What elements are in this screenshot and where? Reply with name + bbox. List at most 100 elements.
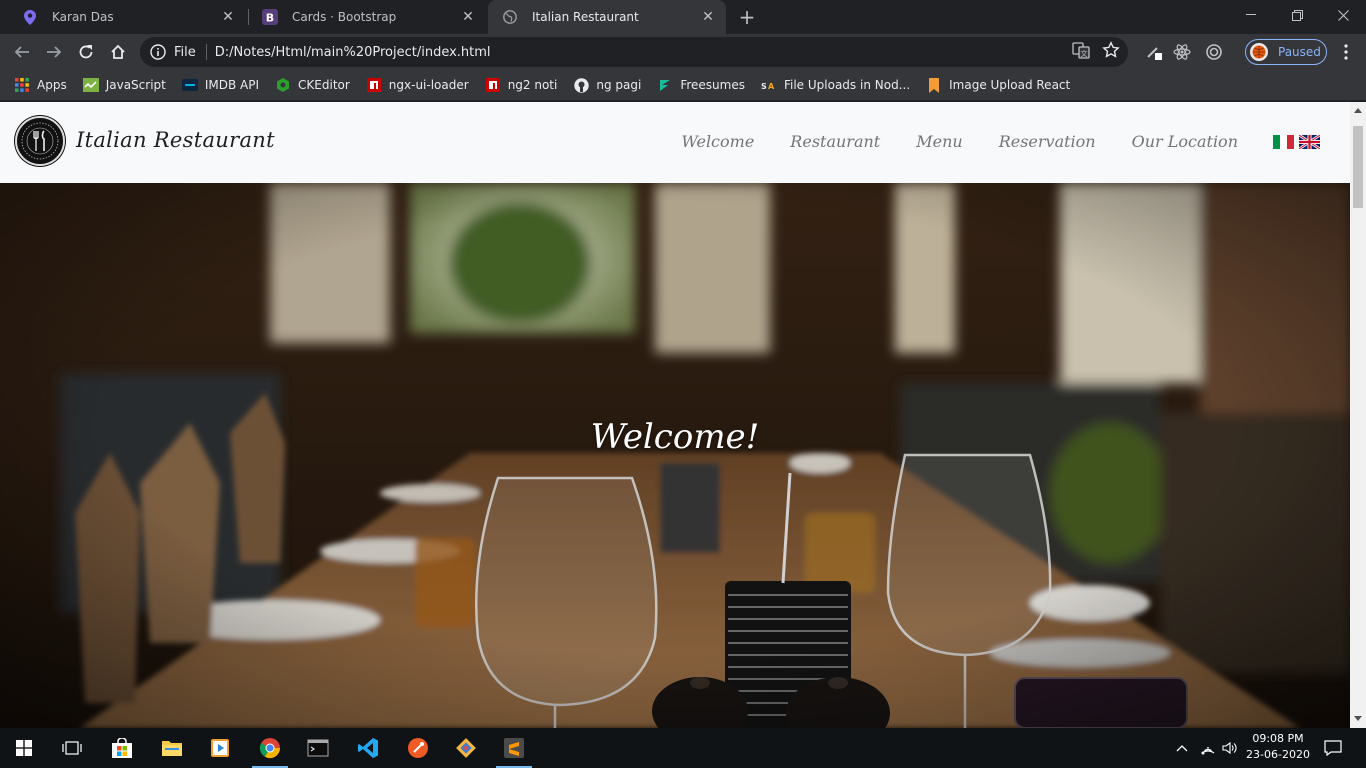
- star-icon[interactable]: [1102, 41, 1120, 63]
- bookmark-image-upload-react[interactable]: Image Upload React: [926, 77, 1070, 93]
- tab-title: Cards · Bootstrap: [292, 10, 397, 24]
- info-icon[interactable]: [150, 44, 166, 60]
- media-player-icon: [211, 739, 229, 757]
- uk-flag-icon[interactable]: [1299, 134, 1320, 149]
- bookmarks-bar: Apps JavaScript IMDB API CKEditor ngx-ui…: [0, 70, 1366, 101]
- forward-button[interactable]: [42, 40, 66, 64]
- show-hidden-icons-button[interactable]: [1172, 728, 1192, 768]
- menu-kebab-icon[interactable]: [1334, 40, 1358, 64]
- scroll-down-arrow-icon[interactable]: [1354, 716, 1362, 721]
- minimize-window-button[interactable]: [1228, 0, 1274, 30]
- nav-link-welcome[interactable]: Welcome: [681, 132, 754, 151]
- postman-button[interactable]: [394, 728, 442, 768]
- chevron-up-icon: [1176, 745, 1188, 752]
- close-tab-icon[interactable]: ✕: [460, 9, 476, 25]
- extension-target-icon[interactable]: [1202, 40, 1226, 64]
- site-brand[interactable]: Italian Restaurant: [76, 128, 275, 152]
- terminal-button[interactable]: [294, 728, 342, 768]
- close-tab-icon[interactable]: ✕: [700, 9, 716, 25]
- nav-link-reservation[interactable]: Reservation: [999, 132, 1096, 151]
- hero-section: Welcome!: [0, 183, 1350, 728]
- sublime-text-icon: [504, 738, 524, 758]
- reload-button[interactable]: [74, 40, 98, 64]
- bookmark-label: ng pagi: [596, 78, 642, 92]
- main-nav: Welcome Restaurant Menu Reservation Our …: [645, 132, 1320, 151]
- store-button[interactable]: [98, 728, 146, 768]
- freesumes-icon: [657, 77, 673, 93]
- tab-cards-bootstrap[interactable]: B Cards · Bootstrap ✕: [248, 0, 486, 34]
- location-pin-icon: [22, 9, 38, 25]
- action-center-button[interactable]: [1318, 728, 1348, 768]
- bookmark-freesumes[interactable]: Freesumes: [657, 77, 745, 93]
- chrome-icon: [259, 738, 281, 759]
- vscode-button[interactable]: [344, 728, 392, 768]
- nav-link-restaurant[interactable]: Restaurant: [790, 132, 880, 151]
- store-icon: [112, 738, 132, 758]
- bootstrap-icon: B: [262, 9, 278, 25]
- bookmark-ng-pagi[interactable]: ng pagi: [573, 77, 641, 93]
- restore-window-button[interactable]: [1274, 0, 1320, 30]
- tab-italian-restaurant[interactable]: Italian Restaurant ✕: [488, 0, 726, 34]
- volume-button[interactable]: [1220, 728, 1240, 768]
- tab-title: Italian Restaurant: [532, 10, 639, 24]
- bookmark-imdb-api[interactable]: IMDB API: [181, 77, 260, 93]
- home-button[interactable]: [106, 40, 130, 64]
- bookmark-label: CKEditor: [298, 78, 350, 92]
- nav-link-menu[interactable]: Menu: [916, 132, 962, 151]
- terminal-icon: [307, 739, 329, 757]
- git-client-icon: [456, 738, 476, 758]
- apps-grid-icon: [14, 77, 30, 93]
- file-explorer-button[interactable]: [148, 728, 196, 768]
- bookmark-label: Apps: [37, 78, 67, 92]
- globe-icon: [502, 9, 518, 25]
- bookmark-label: IMDB API: [204, 78, 260, 92]
- bookmark-label: Image Upload React: [949, 78, 1071, 92]
- nav-link-our-location[interactable]: Our Location: [1132, 132, 1238, 151]
- scrollbar-thumb[interactable]: [1353, 126, 1363, 208]
- bookmark-ckeditor[interactable]: CKEditor: [275, 77, 350, 93]
- hero-heading: Welcome!: [590, 417, 760, 457]
- react-devtools-icon[interactable]: [1170, 40, 1194, 64]
- extension-eyedropper-icon[interactable]: [1142, 40, 1166, 64]
- git-client-button[interactable]: [442, 728, 490, 768]
- tab-karan-das[interactable]: Karan Das ✕: [8, 0, 246, 34]
- imdb-icon: [181, 77, 198, 93]
- npm-icon: [366, 77, 382, 93]
- address-url[interactable]: D:/Notes/Html/main%20Project/index.html: [215, 45, 491, 60]
- back-button[interactable]: [10, 40, 34, 64]
- bookmark-label: ngx-ui-loader: [388, 78, 469, 92]
- bookmark-file-uploads[interactable]: SA File Uploads in Nod...: [761, 77, 910, 93]
- task-view-button[interactable]: [48, 728, 96, 768]
- translate-icon[interactable]: 文: [1072, 41, 1090, 63]
- restaurant-logo[interactable]: [15, 116, 65, 166]
- bookmark-apps[interactable]: Apps: [14, 77, 67, 93]
- taskbar-clock[interactable]: 09:08 PM 23-06-2020: [1242, 731, 1314, 763]
- page-scrollbar[interactable]: [1350, 102, 1366, 728]
- scroll-up-arrow-icon[interactable]: [1354, 108, 1362, 113]
- bookmark-ng2-noti[interactable]: ng2 noti: [485, 77, 557, 93]
- profile-button[interactable]: Paused: [1245, 39, 1327, 65]
- new-tab-button[interactable]: +: [736, 7, 758, 29]
- close-window-button[interactable]: [1320, 0, 1366, 30]
- media-player-button[interactable]: [196, 728, 244, 768]
- avatar: [1250, 43, 1268, 61]
- italy-flag-icon[interactable]: [1273, 134, 1294, 149]
- bookmark-javascript[interactable]: JavaScript: [82, 77, 166, 93]
- javascript-icon: [82, 77, 99, 93]
- vscode-icon: [358, 738, 378, 758]
- close-tab-icon[interactable]: ✕: [220, 9, 236, 25]
- notification-icon: [1324, 740, 1342, 756]
- bookmark-label: Freesumes: [680, 78, 745, 92]
- network-button[interactable]: [1198, 728, 1218, 768]
- start-button[interactable]: [0, 728, 48, 768]
- chrome-button[interactable]: [246, 728, 294, 768]
- bookmark-ngx-ui-loader[interactable]: ngx-ui-loader: [366, 77, 469, 93]
- svg-text:S: S: [761, 82, 767, 91]
- bookmark-icon: [926, 77, 942, 93]
- sublime-text-button[interactable]: [490, 728, 538, 768]
- svg-text:A: A: [768, 82, 775, 91]
- task-view-icon: [62, 741, 82, 755]
- address-bar[interactable]: File D:/Notes/Html/main%20Project/index.…: [140, 37, 1128, 67]
- clock-date: 23-06-2020: [1246, 748, 1310, 761]
- bookmark-label: File Uploads in Nod...: [783, 78, 911, 92]
